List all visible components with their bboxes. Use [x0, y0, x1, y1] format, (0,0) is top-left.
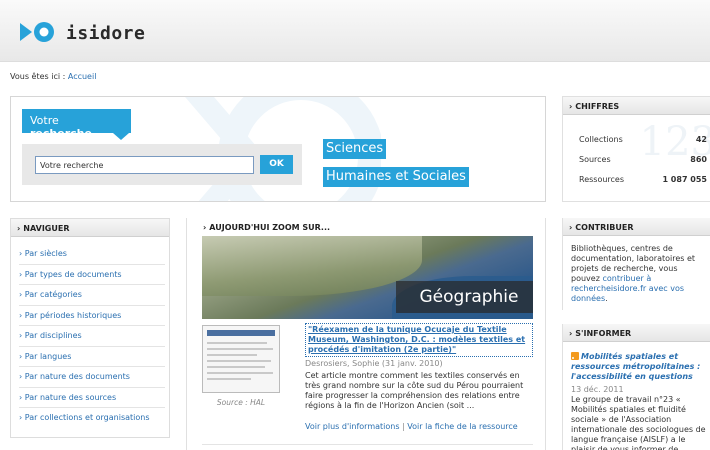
thumbnail-line [207, 348, 273, 350]
naviguer-list: › Par siècles › Par types de documents ›… [19, 244, 165, 429]
zoom-heading: › AUJOURD'HUI ZOOM SUR... [197, 218, 537, 236]
chevron-right-icon: › [203, 223, 207, 232]
news-title[interactable]: Mobilités spatiales et ressources métrop… [571, 352, 709, 382]
zoom-divider [202, 444, 533, 445]
nav-item-disciplines[interactable]: › Par disciplines [19, 326, 165, 347]
nav-item-types-documents[interactable]: › Par types de documents [19, 265, 165, 285]
breadcrumb-home-link[interactable]: Accueil [68, 72, 97, 81]
thumbnail-line [207, 366, 265, 368]
nav-item-collections-organisations[interactable]: › Par collections et organisations [19, 408, 165, 429]
rss-icon [571, 352, 579, 360]
zoom-heading-label: AUJOURD'HUI ZOOM SUR... [209, 223, 331, 232]
search-title-tip [113, 133, 129, 140]
article-author: Desrosiers, Sophie (31 janv. 2010) [305, 359, 443, 368]
informer-heading: › S'INFORMER [563, 324, 710, 342]
thumbnail-caption: Source : HAL [216, 398, 266, 407]
search-panel: Votre recherche OK Sciences Humaines et … [10, 96, 546, 202]
chevron-right-icon: › [569, 223, 573, 232]
informer-box: › S'INFORMER Mobilités spatiales et resso… [562, 324, 710, 450]
article-thumbnail[interactable] [202, 325, 280, 393]
breadcrumb-prefix: Vous êtes ici : [10, 72, 66, 81]
nav-item-nature-sources[interactable]: › Par nature des sources [19, 388, 165, 408]
site-header: isidore [0, 0, 710, 62]
naviguer-heading-label: NAVIGUER [23, 224, 70, 233]
thumbnail-line [207, 360, 271, 362]
chiffres-heading: › CHIFFRES [563, 97, 710, 115]
chiffre-label: Collections [579, 135, 623, 144]
contribuer-heading: › CONTRIBUER [563, 218, 710, 236]
zoom-banner-label[interactable]: Géographie [396, 281, 533, 313]
search-ok-button[interactable]: OK [260, 155, 293, 174]
nav-item-langues[interactable]: › Par langues [19, 347, 165, 367]
breadcrumb: Vous êtes ici : Accueil [10, 72, 96, 81]
link-separator: | [402, 422, 405, 431]
thumbnail-line [207, 342, 267, 344]
search-input[interactable] [35, 156, 254, 174]
informer-heading-label: S'INFORMER [575, 329, 632, 338]
naviguer-box: › NAVIGUER › Par siècles › Par types de d… [10, 218, 170, 438]
thumbnail-line [207, 354, 257, 356]
thumbnail-line [207, 378, 251, 380]
chiffre-label: Sources [579, 155, 611, 164]
chevron-right-icon: › [569, 102, 573, 111]
nav-item-siecles[interactable]: › Par siècles [19, 244, 165, 265]
chiffre-value: 860 [690, 155, 707, 164]
contribuer-heading-label: CONTRIBUER [575, 223, 634, 232]
news-date: 13 déc. 2011 [571, 385, 624, 394]
zoom-banner-image[interactable]: Géographie [202, 236, 533, 319]
chiffres-heading-label: CHIFFRES [575, 102, 620, 111]
nav-item-nature-documents[interactable]: › Par nature des documents [19, 367, 165, 388]
article-links: Voir plus d'informations | Voir la fiche… [305, 422, 518, 431]
search-title-bold: recherche [30, 127, 92, 140]
nav-item-periodes-historiques[interactable]: › Par périodes historiques [19, 306, 165, 326]
contribuer-box: › CONTRIBUER Bibliothèques, centres de do… [562, 218, 710, 310]
banner-land [202, 236, 422, 296]
search-title-prefix: Votre [30, 114, 59, 127]
site-logo-text[interactable]: isidore [66, 23, 145, 44]
article-title-link[interactable]: "Réexamen de la tunique Ocucaje du Texti… [305, 323, 533, 357]
chiffre-label: Ressources [579, 175, 625, 184]
chiffre-value: 42 [695, 135, 707, 144]
naviguer-heading: › NAVIGUER [11, 219, 169, 237]
contribuer-text: Bibliothèques, centres de documentation,… [571, 244, 707, 304]
search-title: Votre recherche [22, 109, 131, 140]
chiffres-box: › CHIFFRES 123 Collections 42 Sources 860… [562, 96, 710, 202]
nav-item-categories[interactable]: › Par catégories [19, 285, 165, 306]
chevron-right-icon: › [569, 329, 573, 338]
search-form: OK [22, 144, 302, 185]
chiffre-value: 1 087 055 [662, 175, 707, 184]
thumbnail-line [207, 372, 273, 374]
zoom-box: › AUJOURD'HUI ZOOM SUR... Géographie Sour… [186, 218, 546, 450]
tagline-sciences: Sciences [323, 139, 387, 159]
chevron-right-icon: › [17, 224, 21, 233]
tagline-humaines-sociales: Humaines et Sociales [323, 167, 469, 187]
more-info-link[interactable]: Voir plus d'informations [305, 422, 400, 431]
resource-card-link[interactable]: Voir la fiche de la ressource [407, 422, 517, 431]
article-description: Cet article montre comment les textiles … [305, 371, 524, 410]
thumbnail-header [207, 330, 275, 336]
news-title-text[interactable]: Mobilités spatiales et ressources métrop… [571, 352, 700, 381]
contribuer-tail: . [605, 294, 608, 303]
news-text: Le groupe de travail n°23 « Mobilités sp… [571, 395, 706, 450]
isidore-logo-icon[interactable] [18, 20, 58, 44]
